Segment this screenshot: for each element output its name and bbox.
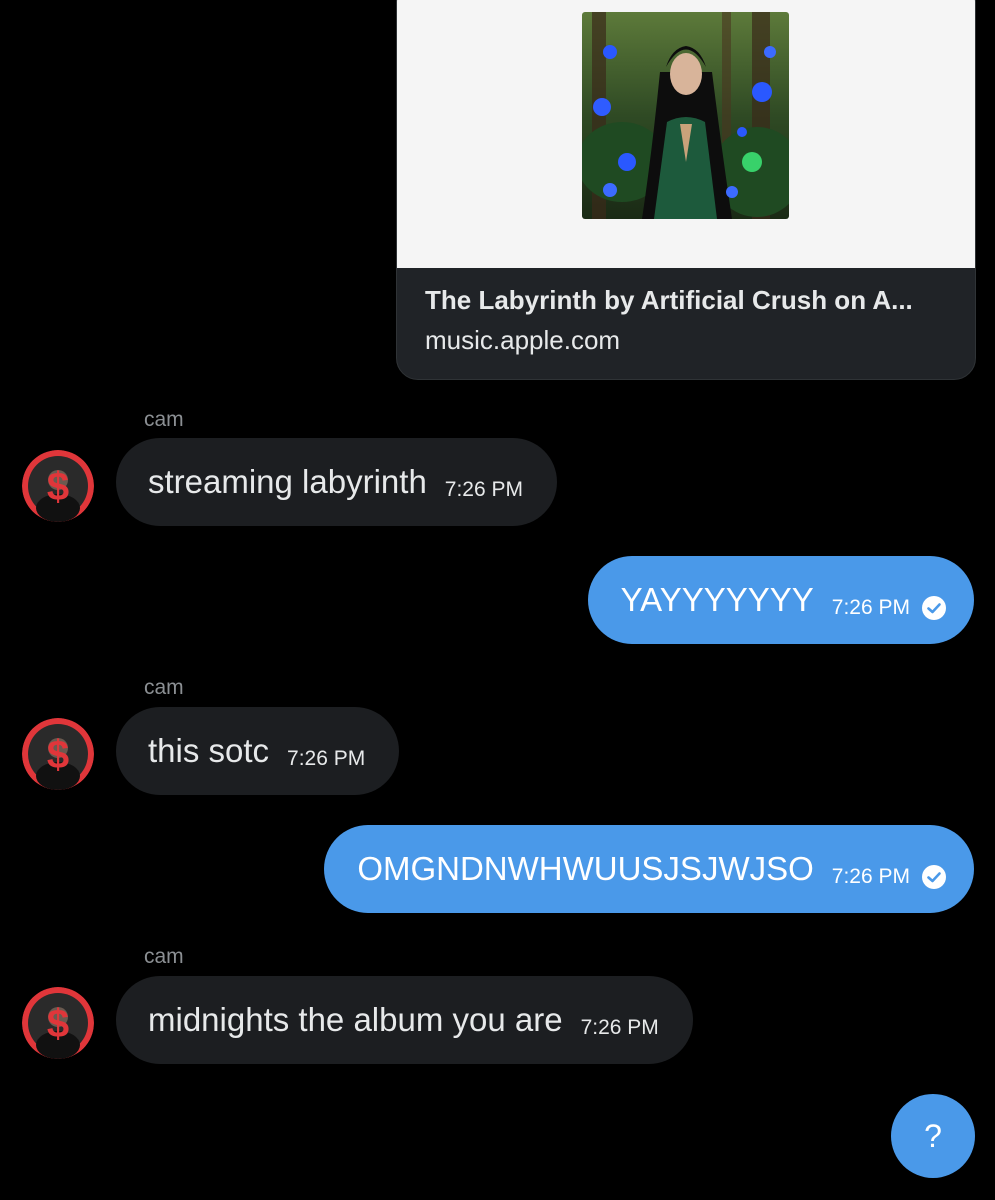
message-bubble-outgoing[interactable]: YAYYYYYYY 7:26 PM xyxy=(587,556,974,644)
link-preview-title[interactable]: The Labyrinth by Artificial Crush on A..… xyxy=(425,285,955,316)
link-preview-card[interactable]: The Labyrinth by Artificial Crush on A..… xyxy=(396,0,976,380)
message-timestamp: 7:26 PM xyxy=(831,865,910,888)
sender-name: cam xyxy=(144,408,184,431)
message-text: midnights the album you are xyxy=(148,1001,563,1038)
message-bubble-incoming[interactable]: this sotc 7:26 PM xyxy=(116,707,400,795)
message-timestamp: 7:26 PM xyxy=(444,478,524,501)
svg-text:$: $ xyxy=(47,1002,69,1046)
sender-name: cam xyxy=(144,945,184,968)
link-preview-domain: music.apple.com xyxy=(425,325,621,355)
svg-text:$: $ xyxy=(47,465,69,509)
message-text: OMGNDNWHWUUSJSJWJSO xyxy=(357,850,814,887)
link-preview-image-area xyxy=(397,0,975,268)
message-timestamp: 7:26 PM xyxy=(831,596,910,619)
avatar[interactable]: $ xyxy=(22,718,94,790)
message-text: YAYYYYYYY xyxy=(620,581,814,618)
message-text: streaming labyrinth xyxy=(148,463,427,500)
message-timestamp: 7:26 PM xyxy=(287,747,366,770)
avatar[interactable]: $ xyxy=(22,450,94,522)
help-button[interactable]: ? xyxy=(891,1094,975,1178)
message-bubble-incoming[interactable]: streaming labyrinth 7:26 PM xyxy=(116,438,558,526)
message-timestamp: 7:26 PM xyxy=(580,1016,659,1039)
album-art-image xyxy=(582,12,789,219)
avatar[interactable]: $ xyxy=(22,987,94,1059)
svg-text:$: $ xyxy=(47,733,69,777)
read-check-icon xyxy=(922,865,946,889)
read-check-icon xyxy=(922,596,946,620)
message-bubble-incoming[interactable]: midnights the album you are 7:26 PM xyxy=(116,976,693,1064)
message-text: this sotc xyxy=(148,732,270,769)
message-bubble-outgoing[interactable]: OMGNDNWHWUUSJSJWJSO 7:26 PM xyxy=(324,825,974,913)
sender-name: cam xyxy=(144,676,184,699)
